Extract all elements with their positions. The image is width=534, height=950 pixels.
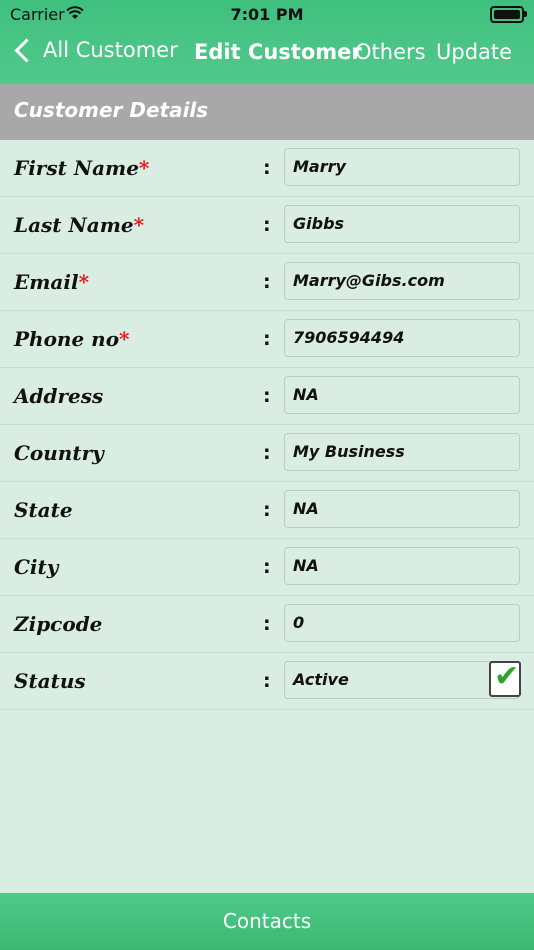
required-marker: * <box>133 213 145 237</box>
update-button[interactable]: Update <box>436 40 512 64</box>
nav-bar: Carrier 7:01 PM All Customer Edit Custom… <box>0 0 534 84</box>
separator: : <box>263 157 271 179</box>
separator: : <box>263 214 271 236</box>
city-field[interactable]: NA <box>284 547 520 585</box>
form-row-city: City : NA <box>0 539 534 596</box>
zipcode-field[interactable]: 0 <box>284 604 520 642</box>
form-row-zipcode: Zipcode : 0 <box>0 596 534 653</box>
status-field[interactable]: Active <box>284 661 520 699</box>
form-row-first-name: First Name* : Marry <box>0 140 534 197</box>
status-checkbox[interactable]: ✔ <box>489 659 521 697</box>
battery-icon <box>490 6 527 23</box>
field-label: City <box>14 555 59 579</box>
back-button[interactable]: All Customer <box>14 37 178 63</box>
others-button[interactable]: Others <box>355 40 426 64</box>
field-label: Address <box>14 384 104 408</box>
page-title: Edit Customer <box>194 40 362 64</box>
section-title: Customer Details <box>14 98 209 122</box>
separator: : <box>263 271 271 293</box>
form-row-address: Address : NA <box>0 368 534 425</box>
last-name-field[interactable]: Gibbs <box>284 205 520 243</box>
required-marker: * <box>138 156 150 180</box>
field-label: Status <box>14 669 86 693</box>
address-field[interactable]: NA <box>284 376 520 414</box>
state-field[interactable]: NA <box>284 490 520 528</box>
email-field[interactable]: Marry@Gibs.com <box>284 262 520 300</box>
separator: : <box>263 499 271 521</box>
field-label: First Name* <box>14 156 150 180</box>
checkmark-icon: ✔ <box>494 659 520 694</box>
country-field[interactable]: My Business <box>284 433 520 471</box>
separator: : <box>263 442 271 464</box>
form-row-email: Email* : Marry@Gibs.com <box>0 254 534 311</box>
section-header: Customer Details <box>0 84 534 140</box>
chevron-left-icon <box>14 37 39 63</box>
required-marker: * <box>78 270 90 294</box>
form-row-status: Status : Active ✔ <box>0 653 534 710</box>
field-label: State <box>14 498 73 522</box>
separator: : <box>263 613 271 635</box>
back-button-label: All Customer <box>43 38 178 62</box>
status-bar: Carrier 7:01 PM <box>0 0 534 28</box>
field-label: Email* <box>14 270 90 294</box>
phone-field[interactable]: 7906594494 <box>284 319 520 357</box>
form-row-country: Country : My Business <box>0 425 534 482</box>
contacts-button[interactable]: Contacts <box>0 893 534 950</box>
customer-form: First Name* : Marry Last Name* : Gibbs E… <box>0 140 534 710</box>
form-row-state: State : NA <box>0 482 534 539</box>
form-row-phone: Phone no* : 7906594494 <box>0 311 534 368</box>
field-label: Last Name* <box>14 213 145 237</box>
separator: : <box>263 328 271 350</box>
first-name-field[interactable]: Marry <box>284 148 520 186</box>
field-label: Country <box>14 441 104 465</box>
field-label: Zipcode <box>14 612 103 636</box>
required-marker: * <box>119 327 130 351</box>
form-row-last-name: Last Name* : Gibbs <box>0 197 534 254</box>
separator: : <box>263 670 271 692</box>
clock-text: 7:01 PM <box>230 5 304 24</box>
separator: : <box>263 385 271 407</box>
field-label: Phone no* <box>14 327 130 351</box>
separator: : <box>263 556 271 578</box>
